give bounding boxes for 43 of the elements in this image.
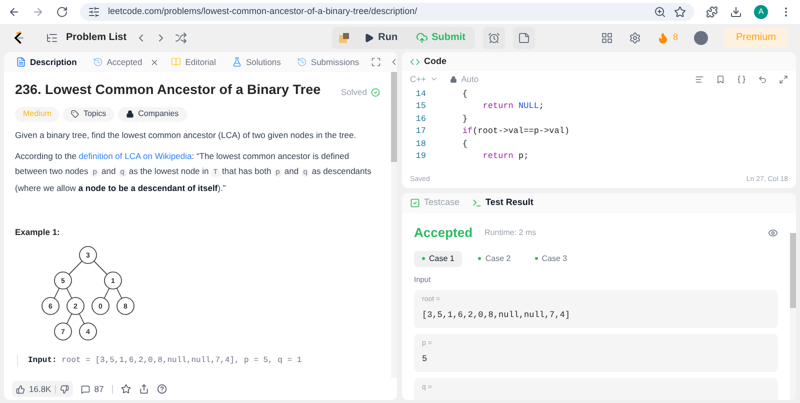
language-dropdown[interactable]: C++ (410, 72, 438, 86)
code-line: if(root->val==p->val) (461, 125, 570, 138)
case-tab[interactable]: Case 1 (414, 250, 462, 266)
runtime-text: Runtime: 2 ms (484, 226, 538, 239)
like-dislike-button[interactable]: 16.8K (12, 381, 74, 397)
panel-tab[interactable]: Solutions (228, 56, 285, 68)
line-number: 16 (414, 112, 427, 126)
input-value: 5 (422, 353, 428, 366)
url-text: leetcode.com/problems/lowest-common-ancestor-of-a-binary-tree/description/ (108, 5, 418, 18)
line-number: 18 (414, 138, 427, 151)
panel-tab[interactable]: Accepted (88, 56, 146, 68)
input-value: [3,5,1,6,2,0,8,null,null,7,4] (422, 309, 571, 322)
code-line: { (461, 138, 468, 151)
code-tab[interactable]: Code (410, 54, 446, 68)
panel-tab[interactable]: Submissions (292, 56, 364, 68)
profile-avatar[interactable]: A (754, 5, 768, 19)
example-input-text: Input: root = [3,5,1,6,2,0,8,null,null,7,4], p = 5, q = 1 (28, 354, 303, 367)
line-number: 17 (414, 125, 427, 138)
address-bar[interactable]: leetcode.com/problems/lowest-common-ancestor-of-a-binary-tree/description/ (80, 3, 694, 21)
case-tab[interactable]: Case 2 (470, 250, 519, 266)
case-tab[interactable]: Case 3 (526, 250, 576, 266)
problem-title: 236. Lowest Common Ancestor of a Binary Tree (15, 82, 321, 99)
example-heading: Example 1: (15, 226, 61, 239)
panel-tab[interactable]: Test Result (472, 196, 534, 210)
run-button[interactable]: Run (356, 30, 406, 45)
panel-tab[interactable]: Description (12, 56, 81, 68)
problem-list-button[interactable]: Problem List (66, 30, 127, 45)
code-line: { (461, 88, 468, 101)
line-number: 14 (414, 88, 427, 101)
code-line: } (461, 112, 468, 126)
line-number: 15 (414, 100, 427, 114)
tag-chip[interactable]: Topics (63, 106, 114, 122)
solved-status: Solved (341, 86, 380, 99)
code-line: return NULL; (482, 100, 544, 114)
tag-chip[interactable]: Companies (118, 106, 187, 122)
wikipedia-link[interactable]: definition of LCA on Wikipedia (78, 150, 192, 161)
comments-button[interactable]: 87 (81, 382, 104, 396)
result-status: Accepted (414, 224, 473, 242)
line-number: 19 (414, 150, 427, 164)
mode-label[interactable]: Auto (450, 72, 479, 86)
panel-tab[interactable]: Editorial (167, 56, 220, 68)
code-line: return p; (482, 150, 529, 164)
description-paragraph: Given a binary tree, find the lowest common ancestor (LCA) of two given nodes in the tree. (15, 128, 358, 142)
